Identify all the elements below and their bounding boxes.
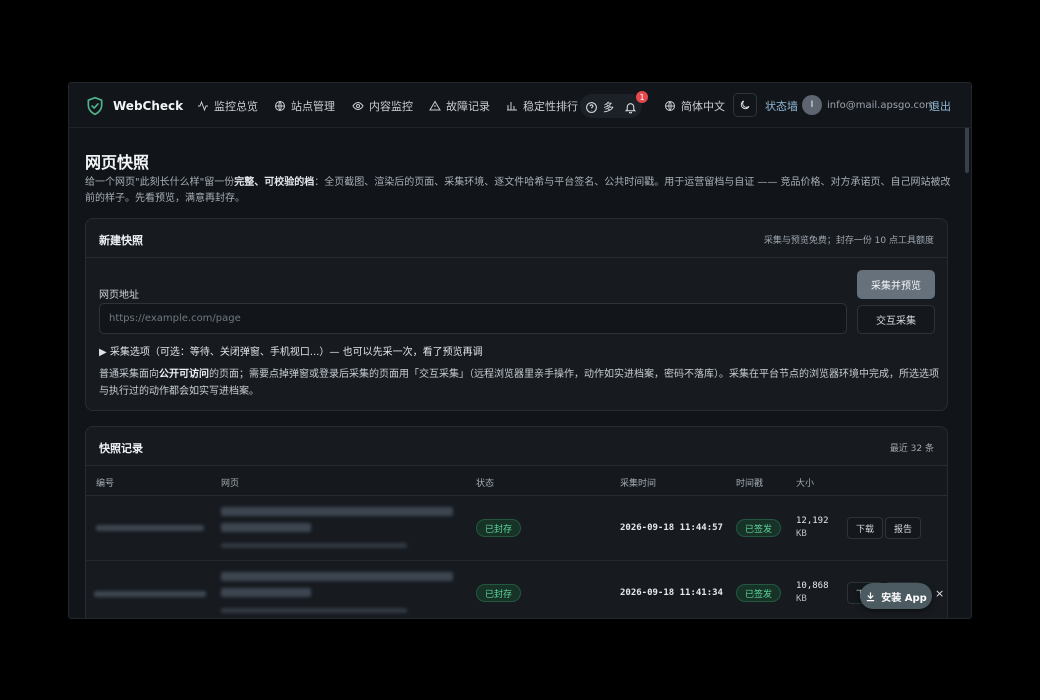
capture-options-toggle[interactable]: ▶ 采集选项（可选：等待、关闭弹窗、手机视口...）— 也可以先采一次，看了预览… — [99, 343, 483, 358]
nav-item-ranking[interactable]: 稳定性排行 — [506, 83, 578, 128]
pricing-note: 采集与预览免费；封存一份 10 点工具额度 — [763, 236, 934, 246]
column-header: 采集时间 — [620, 479, 657, 489]
multi-button[interactable]: 多 — [603, 99, 614, 115]
timestamp-badge: 已签发 — [736, 519, 782, 537]
activity-icon — [198, 100, 208, 111]
page-title-redacted — [221, 572, 453, 581]
page-title-redacted — [221, 588, 311, 597]
url-input[interactable] — [99, 303, 847, 334]
page-title: 网页快照 — [85, 153, 150, 172]
moon-icon — [740, 100, 750, 110]
page-title-redacted — [221, 507, 453, 516]
close-icon[interactable]: × — [935, 587, 944, 600]
capture-time: 2026-09-18 11:41:34 — [620, 588, 723, 598]
shield-check-icon — [85, 83, 105, 128]
user-email: info@mail.apsgo.com — [827, 100, 935, 111]
nav-item-incidents[interactable]: 故障记录 — [429, 83, 490, 128]
records-count: 最近 32 条 — [889, 444, 934, 454]
theme-toggle-button[interactable] — [733, 93, 757, 117]
new-snapshot-card: 新建快照 采集与预览免费；封存一份 10 点工具额度 网页地址 采集并预览 交互… — [85, 218, 948, 411]
report-button[interactable]: 报告 — [885, 517, 922, 539]
nav-item-sites[interactable]: 站点管理 — [274, 83, 335, 128]
globe-icon — [665, 100, 675, 111]
nav-item-content[interactable]: 内容监控 — [352, 83, 413, 128]
download-button[interactable]: 下载 — [847, 517, 884, 539]
record-id-redacted — [94, 591, 206, 597]
column-header: 网页 — [221, 479, 240, 489]
status-badge: 已封存 — [476, 519, 522, 537]
interactive-capture-button[interactable]: 交互采集 — [857, 305, 935, 334]
top-nav: WebCheck 监控总览 站点管理 内容监控 故障记录 稳定性排行 多 1 简… — [69, 83, 971, 128]
snapshot-records-card: 快照记录 最近 32 条 编号 网页 状态 采集时间 时间戳 大小 已封存 20… — [85, 426, 948, 618]
bell-icon[interactable] — [624, 99, 637, 118]
status-wall-link[interactable]: 状态墙 — [765, 83, 798, 128]
toolbar-pill: 多 — [580, 94, 642, 118]
logout-link[interactable]: 退出 — [929, 83, 951, 128]
file-size: 12,192 KB — [796, 516, 829, 539]
nav-item-dashboard[interactable]: 监控总览 — [197, 83, 258, 128]
card-title: 新建快照 — [99, 234, 143, 247]
capture-time: 2026-09-18 11:44:57 — [620, 523, 723, 533]
card-header: 新建快照 采集与预览免费；封存一份 10 点工具额度 — [86, 219, 947, 258]
eye-icon — [352, 101, 364, 110]
bar-chart-icon — [507, 101, 517, 110]
record-id-redacted — [96, 525, 204, 531]
install-app-button[interactable]: 安装 App — [860, 583, 932, 609]
globe-icon — [275, 100, 285, 111]
file-size: 10,868 KB — [796, 581, 829, 604]
card-header: 快照记录 最近 32 条 — [86, 427, 947, 466]
column-header: 状态 — [476, 479, 495, 489]
page-title-redacted — [221, 523, 311, 532]
table-header: 编号 网页 状态 采集时间 时间戳 大小 — [86, 466, 947, 496]
table-row[interactable]: 已封存 2026-09-18 11:41:34 已签发 10,868KB 下载 … — [86, 561, 947, 618]
notification-badge: 1 — [636, 91, 648, 103]
avatar[interactable]: I — [802, 95, 822, 115]
column-header: 编号 — [96, 479, 115, 489]
page-url-redacted — [221, 608, 407, 613]
page-url-redacted — [221, 543, 407, 548]
url-label: 网页地址 — [99, 290, 139, 301]
card-title: 快照记录 — [99, 442, 143, 455]
capture-info: 普通采集面向公开可访问的页面；需要点掉弹窗或登录后采集的页面用「交互采集」（远程… — [99, 369, 939, 397]
brand-name[interactable]: WebCheck — [113, 83, 183, 128]
column-header: 时间戳 — [736, 479, 764, 489]
status-badge: 已封存 — [476, 584, 522, 602]
language-switch[interactable]: 简体中文 — [664, 83, 725, 128]
table-row[interactable]: 已封存 2026-09-18 11:44:57 已签发 12,192 KB 下载 … — [86, 496, 947, 561]
page-description: 给一个网页"此刻长什么样"留一份完整、可校验的档：全页截图、渲染后的页面、采集环… — [85, 177, 951, 204]
app-window: WebCheck 监控总览 站点管理 内容监控 故障记录 稳定性排行 多 1 简… — [68, 82, 972, 619]
timestamp-badge: 已签发 — [736, 584, 782, 602]
capture-preview-button[interactable]: 采集并预览 — [857, 270, 935, 299]
column-header: 大小 — [796, 479, 815, 489]
alert-triangle-icon — [429, 100, 441, 110]
help-icon[interactable] — [585, 99, 598, 118]
download-icon — [867, 591, 875, 601]
